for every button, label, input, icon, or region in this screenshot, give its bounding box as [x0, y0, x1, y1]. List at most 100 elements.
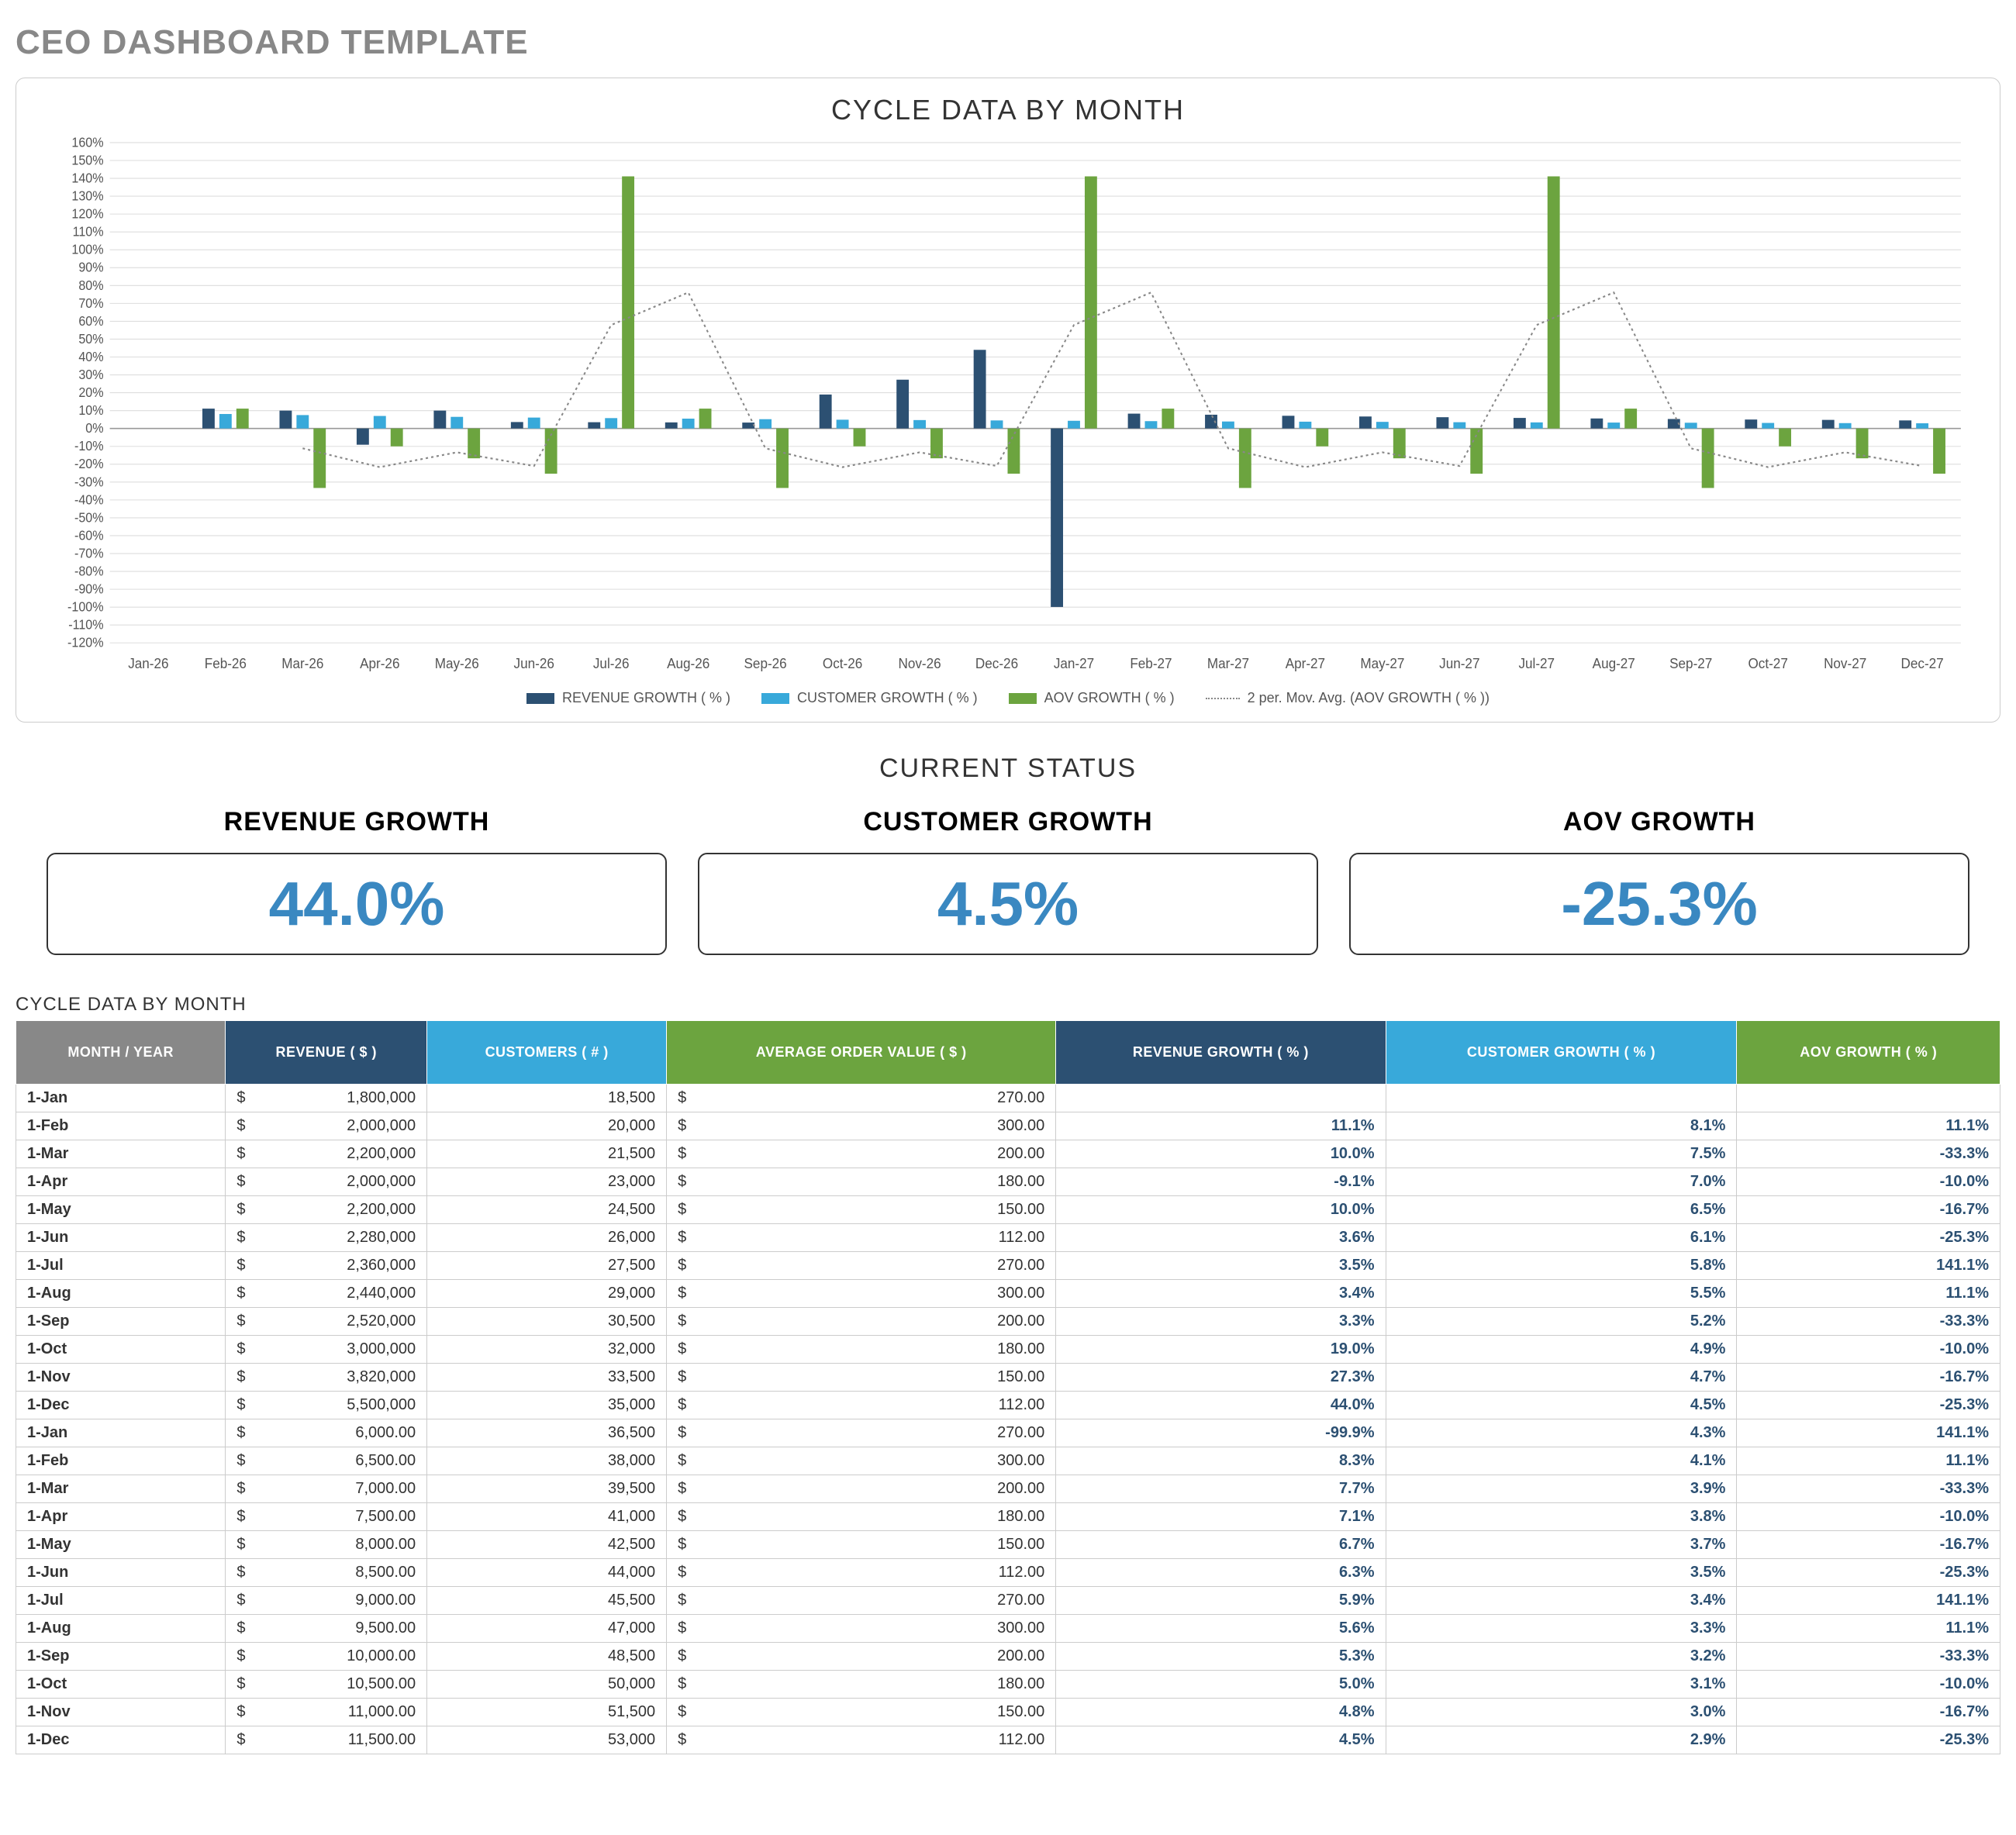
cell-aov-growth: 11.1% — [1737, 1112, 2000, 1140]
cell-month: 1-Sep — [16, 1308, 226, 1336]
status-customer-value: 4.5% — [698, 853, 1318, 955]
cell-revenue: $2,280,000 — [226, 1224, 427, 1252]
cell-aov: $270.00 — [667, 1085, 1056, 1112]
table-row: 1-Feb$2,000,00020,000$300.0011.1%8.1%11.… — [16, 1112, 2000, 1140]
cell-cust-growth: 5.8% — [1386, 1252, 1737, 1280]
svg-text:Feb-27: Feb-27 — [1130, 655, 1172, 671]
svg-text:120%: 120% — [71, 206, 103, 222]
cell-rev-growth: 5.3% — [1056, 1643, 1386, 1671]
cell-aov-growth: 141.1% — [1737, 1252, 2000, 1280]
cell-revenue: $6,000.00 — [226, 1419, 427, 1447]
cell-month: 1-Nov — [16, 1699, 226, 1726]
cell-aov: $300.00 — [667, 1447, 1056, 1475]
cell-aov: $180.00 — [667, 1336, 1056, 1364]
legend-label: 2 per. Mov. Avg. (AOV GROWTH ( % )) — [1248, 690, 1490, 706]
cell-customers: 50,000 — [427, 1671, 667, 1699]
cell-rev-growth: 3.5% — [1056, 1252, 1386, 1280]
legend-customer: CUSTOMER GROWTH ( % ) — [761, 690, 978, 706]
svg-text:-120%: -120% — [67, 635, 104, 650]
cell-customers: 44,000 — [427, 1559, 667, 1587]
cell-month: 1-Apr — [16, 1503, 226, 1531]
cell-cust-growth: 3.5% — [1386, 1559, 1737, 1587]
cell-aov: $200.00 — [667, 1308, 1056, 1336]
cell-month: 1-Mar — [16, 1475, 226, 1503]
table-row: 1-Mar$7,000.0039,500$200.007.7%3.9%-33.3… — [16, 1475, 2000, 1503]
cell-aov-growth: -10.0% — [1737, 1671, 2000, 1699]
cell-aov: $150.00 — [667, 1699, 1056, 1726]
cell-rev-growth: 19.0% — [1056, 1336, 1386, 1364]
table-row: 1-Nov$3,820,00033,500$150.0027.3%4.7%-16… — [16, 1364, 2000, 1392]
svg-text:-110%: -110% — [68, 617, 103, 633]
svg-text:-70%: -70% — [74, 546, 104, 561]
cell-revenue: $11,500.00 — [226, 1726, 427, 1754]
cell-aov: $112.00 — [667, 1726, 1056, 1754]
table-row: 1-Jul$9,000.0045,500$270.005.9%3.4%141.1… — [16, 1587, 2000, 1615]
cell-aov: $300.00 — [667, 1280, 1056, 1308]
svg-text:50%: 50% — [78, 331, 103, 347]
svg-text:Mar-27: Mar-27 — [1207, 655, 1249, 671]
cell-customers: 51,500 — [427, 1699, 667, 1726]
svg-text:70%: 70% — [78, 295, 103, 311]
cell-customers: 42,500 — [427, 1531, 667, 1559]
svg-text:-20%: -20% — [74, 457, 104, 472]
cell-customers: 53,000 — [427, 1726, 667, 1754]
table-row: 1-Aug$2,440,00029,000$300.003.4%5.5%11.1… — [16, 1280, 2000, 1308]
cell-aov-growth: -33.3% — [1737, 1308, 2000, 1336]
cell-revenue: $2,360,000 — [226, 1252, 427, 1280]
cell-revenue: $11,000.00 — [226, 1699, 427, 1726]
cell-aov-growth: -10.0% — [1737, 1336, 2000, 1364]
cell-cust-growth: 3.2% — [1386, 1643, 1737, 1671]
svg-text:110%: 110% — [73, 224, 104, 240]
cell-customers: 24,500 — [427, 1196, 667, 1224]
cell-cust-growth: 8.1% — [1386, 1112, 1737, 1140]
cell-revenue: $7,000.00 — [226, 1475, 427, 1503]
svg-text:Apr-26: Apr-26 — [360, 655, 399, 671]
cell-aov-growth: -33.3% — [1737, 1140, 2000, 1168]
cell-aov: $270.00 — [667, 1587, 1056, 1615]
cell-customers: 36,500 — [427, 1419, 667, 1447]
cell-aov-growth — [1737, 1085, 2000, 1112]
svg-text:Nov-27: Nov-27 — [1824, 655, 1866, 671]
cell-revenue: $2,000,000 — [226, 1112, 427, 1140]
cell-month: 1-May — [16, 1531, 226, 1559]
cell-customers: 20,000 — [427, 1112, 667, 1140]
cell-revenue: $2,000,000 — [226, 1168, 427, 1196]
svg-text:30%: 30% — [78, 367, 103, 382]
cell-revenue: $2,520,000 — [226, 1308, 427, 1336]
cell-rev-growth: 5.6% — [1056, 1615, 1386, 1643]
cell-cust-growth — [1386, 1085, 1737, 1112]
cell-cust-growth: 6.1% — [1386, 1224, 1737, 1252]
table-row: 1-Jan$1,800,00018,500$270.00 — [16, 1085, 2000, 1112]
cell-revenue: $2,440,000 — [226, 1280, 427, 1308]
cell-aov: $112.00 — [667, 1559, 1056, 1587]
svg-text:Nov-26: Nov-26 — [898, 655, 941, 671]
cell-aov: $180.00 — [667, 1168, 1056, 1196]
status-row: REVENUE GROWTH 44.0% CUSTOMER GROWTH 4.5… — [16, 807, 2000, 955]
cell-customers: 35,000 — [427, 1392, 667, 1419]
th-cust-growth: CUSTOMER GROWTH ( % ) — [1386, 1021, 1737, 1085]
cell-aov: $150.00 — [667, 1196, 1056, 1224]
legend-movavg: 2 per. Mov. Avg. (AOV GROWTH ( % )) — [1206, 690, 1490, 706]
cell-rev-growth: -9.1% — [1056, 1168, 1386, 1196]
svg-text:Aug-27: Aug-27 — [1593, 655, 1635, 671]
cell-revenue: $8,000.00 — [226, 1531, 427, 1559]
svg-text:40%: 40% — [78, 349, 103, 364]
cell-customers: 39,500 — [427, 1475, 667, 1503]
svg-text:Jun-27: Jun-27 — [1439, 655, 1479, 671]
cell-revenue: $8,500.00 — [226, 1559, 427, 1587]
cell-month: 1-Dec — [16, 1392, 226, 1419]
table-row: 1-Sep$2,520,00030,500$200.003.3%5.2%-33.… — [16, 1308, 2000, 1336]
svg-text:Oct-27: Oct-27 — [1748, 655, 1788, 671]
section-status-title: CURRENT STATUS — [16, 754, 2000, 784]
cell-aov-growth: 141.1% — [1737, 1419, 2000, 1447]
svg-text:Jul-27: Jul-27 — [1518, 655, 1555, 671]
cell-rev-growth: 8.3% — [1056, 1447, 1386, 1475]
svg-text:Dec-26: Dec-26 — [975, 655, 1018, 671]
legend-label: AOV GROWTH ( % ) — [1044, 690, 1175, 706]
cell-aov: $180.00 — [667, 1503, 1056, 1531]
svg-text:May-26: May-26 — [435, 655, 479, 671]
table-row: 1-Dec$11,500.0053,000$112.004.5%2.9%-25.… — [16, 1726, 2000, 1754]
table-row: 1-Aug$9,500.0047,000$300.005.6%3.3%11.1% — [16, 1615, 2000, 1643]
cell-revenue: $9,000.00 — [226, 1587, 427, 1615]
cell-cust-growth: 3.0% — [1386, 1699, 1737, 1726]
